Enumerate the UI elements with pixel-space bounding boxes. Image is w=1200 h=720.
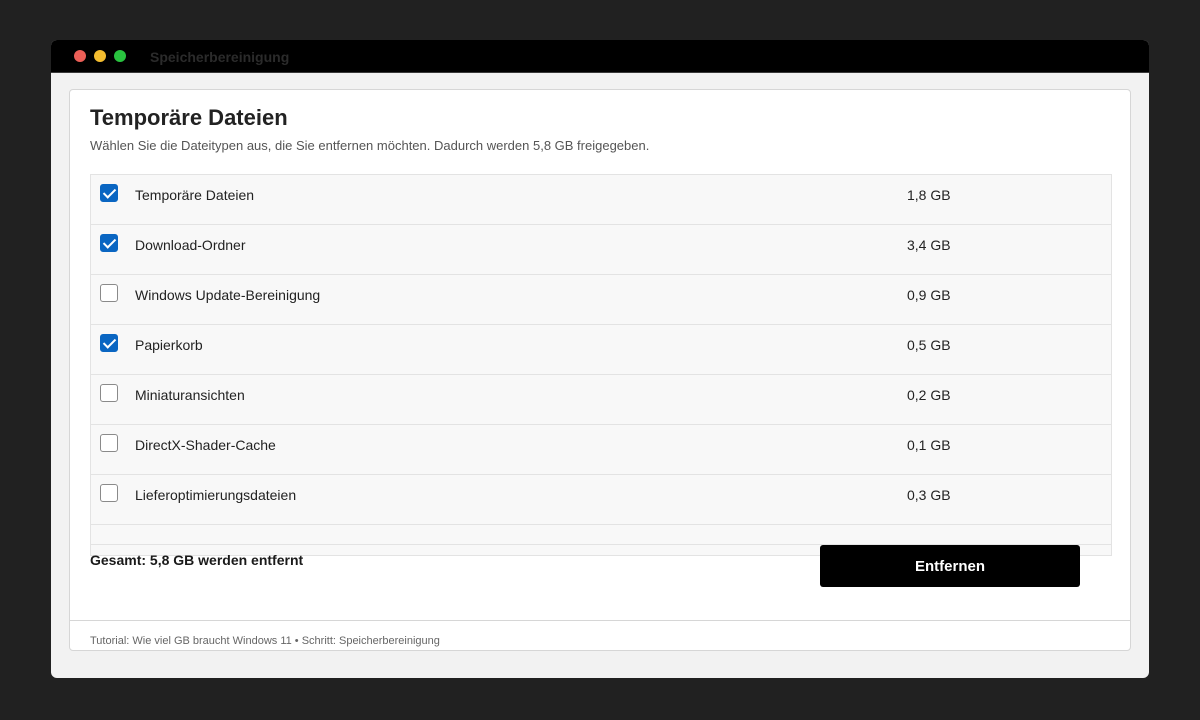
- checkbox[interactable]: [100, 184, 118, 202]
- list-item-temp-files[interactable]: Temporäre Dateien 1,8 GB: [91, 175, 1111, 225]
- cleanup-panel: Temporäre Dateien Wählen Sie die Dateity…: [69, 89, 1131, 651]
- list-item-windows-update[interactable]: Windows Update-Bereinigung 0,9 GB: [91, 275, 1111, 325]
- list-item-recycle-bin[interactable]: Papierkorb 0,5 GB: [91, 325, 1111, 375]
- item-label: DirectX-Shader-Cache: [135, 437, 276, 453]
- list-item-delivery-optimization[interactable]: Lieferoptimierungsdateien 0,3 GB: [91, 475, 1111, 525]
- checkbox[interactable]: [100, 484, 118, 502]
- page-title: Temporäre Dateien: [90, 105, 288, 130]
- item-label: Download-Ordner: [135, 237, 246, 253]
- minimize-window-button[interactable]: [94, 50, 106, 62]
- footer-text: Tutorial: Wie viel GB braucht Windows 11…: [90, 635, 440, 647]
- list-item-directx-cache[interactable]: DirectX-Shader-Cache 0,1 GB: [91, 425, 1111, 475]
- list-item-empty: [91, 525, 1111, 545]
- list-item-downloads[interactable]: Download-Ordner 3,4 GB: [91, 225, 1111, 275]
- checkbox[interactable]: [100, 384, 118, 402]
- item-label: Lieferoptimierungsdateien: [135, 487, 297, 503]
- item-label: Miniaturansichten: [135, 387, 245, 403]
- item-label: Papierkorb: [135, 337, 203, 353]
- checkbox[interactable]: [100, 284, 118, 302]
- checkbox[interactable]: [100, 434, 118, 452]
- item-size: 3,4 GB: [907, 237, 951, 253]
- list-item-thumbnails[interactable]: Miniaturansichten 0,2 GB: [91, 375, 1111, 425]
- total-summary: Gesamt: 5,8 GB werden entfernt: [90, 552, 304, 568]
- item-label: Temporäre Dateien: [135, 187, 255, 203]
- file-type-list: Temporäre Dateien 1,8 GB Download-Ordner…: [90, 174, 1112, 556]
- item-size: 0,1 GB: [907, 437, 951, 453]
- page-subtitle: Wählen Sie die Dateitypen aus, die Sie e…: [90, 138, 650, 153]
- app-window: Speicherbereinigung Temporäre Dateien Wä…: [51, 40, 1149, 678]
- item-label: Windows Update-Bereinigung: [135, 287, 321, 303]
- checkbox[interactable]: [100, 334, 118, 352]
- remove-button[interactable]: Entfernen: [820, 545, 1080, 587]
- window-title: Speicherbereinigung: [150, 49, 290, 65]
- close-window-button[interactable]: [74, 50, 86, 62]
- footer: Tutorial: Wie viel GB braucht Windows 11…: [70, 620, 1130, 651]
- item-size: 0,3 GB: [907, 487, 951, 503]
- checkbox[interactable]: [100, 234, 118, 252]
- item-size: 0,2 GB: [907, 387, 951, 403]
- title-bar: Speicherbereinigung: [51, 40, 1149, 73]
- item-size: 1,8 GB: [907, 187, 951, 203]
- item-size: 0,9 GB: [907, 287, 951, 303]
- maximize-window-button[interactable]: [114, 50, 126, 62]
- item-size: 0,5 GB: [907, 337, 951, 353]
